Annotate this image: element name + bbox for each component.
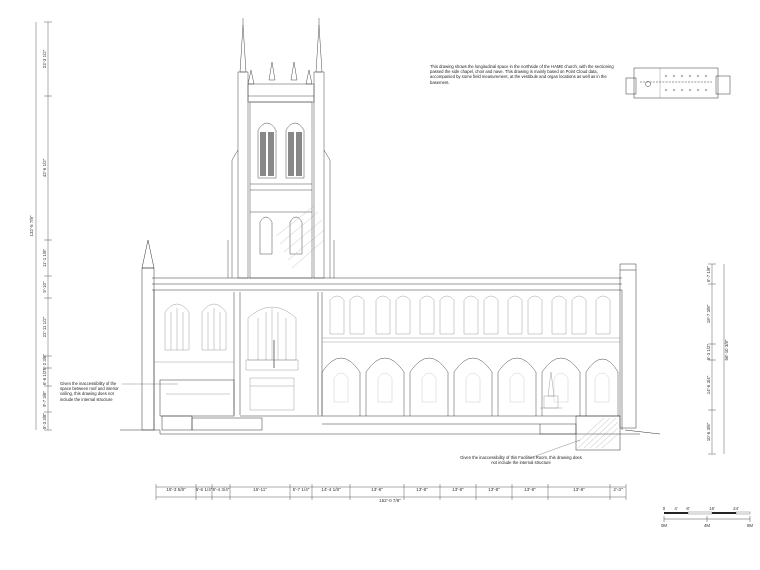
right-dimension-label: 14'-6 3/4" <box>706 375 711 394</box>
clerestory-windows <box>322 295 620 343</box>
scale-imperial-label: 24' <box>733 506 739 511</box>
scale-imperial-label: 8' <box>686 506 689 511</box>
tower-ivy <box>275 205 325 269</box>
left-dimension-chain: 23'-3 1/2" 42'-6 1/2" 11'-1 1/8" 5'-10" 22'-… <box>29 21 52 431</box>
right-dimension-label: 10'-6 3/8" <box>706 422 711 441</box>
bottom-dimension-label: 15'-3 5/8" <box>166 487 186 492</box>
nave-arcade <box>321 357 619 416</box>
left-dimension-label: 42'-6 1/2" <box>42 158 47 177</box>
bottom-dimension-chain: 15'-3 5/8" 6'-6 1/4" 6'-4 3/4" 16'-11" 5'-7 … <box>155 484 627 503</box>
baptismal-font <box>540 371 562 409</box>
left-dimension-label: 5'-10" <box>42 281 47 293</box>
left-dimension-label: 6'-2 3/8" <box>42 354 47 371</box>
bottom-dimension-label: 13'-8" <box>452 487 464 492</box>
facilities-room <box>575 415 621 451</box>
bottom-dimension-label: 16'-11" <box>253 487 267 492</box>
drawing-description-note: This drawing shows the longitudinal spac… <box>430 64 614 85</box>
callout-leaders <box>122 383 581 459</box>
bottom-dimension-label: 5'-7 1/4" <box>293 487 310 492</box>
right-dimension-label: 6'-7 1/8" <box>706 266 711 283</box>
bottom-total-dimension: 152'-0 7/8" <box>379 498 401 503</box>
left-dimension-label: 23'-3 1/2" <box>42 49 47 68</box>
left-dimension-label: 11'-1 1/8" <box>42 248 47 267</box>
right-total-dimension: 56'-10 3/8" <box>724 339 729 360</box>
left-dimension-label: 22'-11 1/2" <box>42 316 47 337</box>
bottom-dimension-label: 13'-8" <box>371 487 383 492</box>
church-nave <box>120 239 661 435</box>
left-dimension-label: 6'-6 1/2" <box>42 369 47 386</box>
left-dimension-label: 5'-3 3/8" <box>42 413 47 430</box>
bottom-dimension-label: 13'-8" <box>524 487 536 492</box>
choir-organ <box>245 306 299 411</box>
bottom-dimension-label: 6'-6 1/4" <box>196 487 213 492</box>
key-plan <box>625 67 731 99</box>
scale-imperial-label: 4' <box>674 506 677 511</box>
bottom-dimension-label: 13'-8" <box>573 487 585 492</box>
scale-imperial-label: 16' <box>709 506 715 511</box>
nave-floor <box>159 379 620 435</box>
chapel-windows <box>154 303 234 363</box>
right-dimension-label: 18'-7 3/8" <box>706 304 711 323</box>
left-total-dimension: 132'-5 7/8" <box>29 215 34 236</box>
scale-imperial-label: 0 <box>663 506 666 511</box>
bottom-dimension-label: 14'-4 1/8" <box>321 487 341 492</box>
bell-tower <box>227 18 335 279</box>
architectural-section-drawing: 15'-3 5/8" 6'-6 1/4" 6'-4 3/4" 16'-11" 5'-7 … <box>29 18 753 528</box>
bottom-dimension-label: 6'-4 3/4" <box>213 487 230 492</box>
left-dimension-label: 9'-7 3/8" <box>42 391 47 408</box>
bottom-dimension-label: 2'-3" <box>613 487 623 492</box>
right-dimension-label: 6'-3 1/2" <box>706 344 711 361</box>
scale-metric-label: 8M <box>747 523 753 528</box>
right-dimension-chain: 6'-7 1/8" 18'-7 3/8" 6'-3 1/2" 14'-6 3/4" 10… <box>706 263 729 455</box>
facilities-room-note: Given the inaccessibility of this Facili… <box>460 455 582 466</box>
roof-space-note: Given the inaccessibility of the space b… <box>60 381 119 402</box>
scale-metric-label: 4M <box>704 523 710 528</box>
scale-metric-label: 0M <box>661 523 667 528</box>
bottom-dimension-label: 13'-8" <box>416 487 428 492</box>
bottom-dimension-label: 13'-8" <box>488 487 500 492</box>
scale-bar: 0 4' 8' 16' 24' 0M 4M 8M <box>661 506 753 528</box>
aisle-windows <box>333 372 610 403</box>
